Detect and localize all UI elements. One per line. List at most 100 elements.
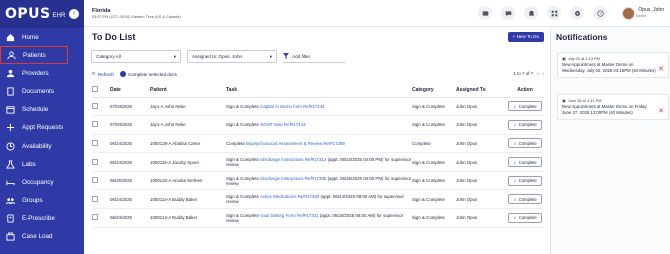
add-filter-input[interactable]: Add filter (283, 50, 345, 63)
complete-button[interactable]: ✓ Complete (508, 138, 542, 149)
bell-icon[interactable] (524, 6, 539, 20)
collapse-sidebar-icon[interactable]: ‹ (69, 9, 79, 19)
pager-text: 1 to 7 of 7 (513, 71, 534, 76)
logo-text: OPUS (5, 6, 51, 22)
help-icon[interactable]: ? (593, 6, 608, 20)
row-category: Sign & Complete (412, 171, 456, 191)
sidebar-item-labs[interactable]: Labs (0, 155, 84, 173)
row-patient: 1000132-A Anosta Serfeen (150, 171, 226, 191)
task-link[interactable]: Discharge Instructions Ref#17312 (260, 157, 326, 162)
task-link[interactable]: Goal Setting Form Ref#17331 (260, 213, 318, 218)
table-row: 06/24/2025 1000116-A Jacoby Spore Sign & C… (92, 152, 544, 172)
document-icon (6, 87, 15, 96)
sidebar-item-groups[interactable]: Groups (0, 192, 84, 210)
row-checkbox[interactable] (92, 177, 98, 184)
svg-text:?: ? (599, 11, 602, 16)
row-assigned: John Opus (456, 152, 506, 172)
complete-button[interactable]: ✓ Complete (508, 194, 542, 205)
row-checkbox[interactable] (92, 102, 98, 109)
provider-icon (6, 69, 15, 78)
row-task: Sign & Complete Discharge Instructions R… (226, 152, 412, 172)
column-action: Action (506, 84, 544, 98)
row-task: Sign & Complete Active Medications Ref#1… (226, 189, 412, 210)
complete-button-label: Complete (518, 215, 537, 221)
sidebar-item-patients[interactable]: Patients (0, 46, 68, 65)
close-icon[interactable]: ✕ (658, 108, 664, 115)
task-link[interactable]: Discharge Instructions Ref#17305 (260, 176, 326, 181)
row-checkbox[interactable] (92, 121, 98, 128)
task-link[interactable]: Capital AI Demo form Ref#17444 (260, 104, 324, 109)
prev-page-icon[interactable]: ‹ (537, 71, 538, 76)
notifications-title: Notifications (556, 32, 608, 42)
user-name: Opus, John (638, 7, 664, 14)
task-prefix: Sign & Complete (226, 103, 259, 109)
row-date: 06/25/2025 (110, 171, 150, 191)
complete-selected-link[interactable]: Complete selected docs (128, 72, 177, 77)
complete-button[interactable]: ✓ Complete (508, 101, 542, 112)
row-patient: Jay1-A John Neke (150, 115, 226, 135)
complete-button[interactable]: ✓ Complete (508, 175, 542, 186)
table-header-row: Date Patient Task Category Assigned To A… (92, 84, 544, 98)
refresh-link[interactable]: Refresh (98, 72, 114, 77)
group-icon (6, 196, 15, 205)
sidebar-item-case-load[interactable]: Case Load (0, 228, 84, 246)
notification-card[interactable]: ▣ July 02 at 1:13 PM New Appointment at Ma… (557, 52, 669, 78)
row-date: 07/04/2025 (110, 97, 150, 117)
new-todo-button[interactable]: + New To Do (507, 32, 544, 42)
location-name: Florida (92, 7, 111, 14)
row-checkbox[interactable] (92, 195, 98, 202)
table-row: 07/04/2025 Jay1-A John Neke Sign & Complet… (92, 97, 544, 117)
sidebar-item-label: Case Load (22, 233, 53, 241)
home-icon (6, 33, 15, 42)
sidebar-item-occupancy[interactable]: Occupancy (0, 173, 84, 191)
location-selector[interactable]: Florida 03:07 PM (UTC-05:00) Eastern Tim… (92, 8, 181, 19)
select-all-checkbox[interactable] (92, 86, 98, 93)
sidebar-item-providers[interactable]: Providers (0, 64, 84, 82)
sidebar-item-home[interactable]: Home (0, 28, 84, 46)
column-category[interactable]: Category (412, 84, 456, 98)
sidebar-item-documents[interactable]: Documents (0, 82, 84, 100)
sidebar-item-label: Documents (22, 87, 54, 95)
filter-icon (283, 52, 289, 60)
row-date: 06/24/2025 (110, 189, 150, 210)
next-page-icon[interactable]: › (543, 71, 544, 76)
app-logo[interactable]: OPUS EHR ‹ (0, 0, 84, 28)
assigned-filter[interactable]: Assigned to: Opus, John ▾ (187, 50, 277, 63)
row-category: Complete (412, 134, 456, 154)
sidebar-item-availability[interactable]: Availability (0, 137, 84, 155)
sidebar-item-appt-requests[interactable]: Appt Requests (0, 119, 84, 137)
row-checkbox[interactable] (92, 139, 98, 146)
category-filter[interactable]: Category All ▾ (91, 50, 181, 63)
complete-button-label: Complete (518, 122, 537, 128)
user-menu[interactable]: Opus, John Admin (622, 6, 664, 20)
close-icon[interactable]: ✕ (658, 66, 664, 73)
column-assigned[interactable]: Assigned To (456, 84, 506, 98)
sidebar-item-label: Appt Requests (22, 124, 64, 132)
sidebar-item-e-prescribe[interactable]: E-Prescribe (0, 210, 84, 228)
row-checkbox[interactable] (92, 214, 98, 221)
task-prefix: Complete (226, 140, 245, 146)
task-link[interactable]: SOAP Note Ref#17443 (260, 122, 305, 127)
complete-button-label: Complete (518, 196, 537, 202)
row-patient: 1000116-A Jacoby Spore (150, 152, 226, 172)
row-checkbox[interactable] (92, 158, 98, 165)
sidebar-item-label: Labs (22, 160, 36, 168)
grid-icon[interactable] (547, 6, 562, 20)
column-patient[interactable]: Patient (150, 84, 226, 98)
messages-icon[interactable] (478, 6, 493, 20)
avatar (622, 6, 636, 20)
gear-icon[interactable] (570, 6, 585, 20)
sidebar-item-schedule[interactable]: Schedule (0, 101, 84, 119)
complete-button[interactable]: ✓ Complete (508, 157, 542, 168)
chat-icon[interactable] (501, 6, 516, 20)
row-assigned: John Opus (456, 189, 506, 210)
notification-card[interactable]: ▣ June 26 at 2:31 PM New Appointment at Ma… (557, 94, 669, 120)
sidebar-item-label: Patients (23, 51, 46, 59)
complete-button[interactable]: ✓ Complete (508, 212, 542, 223)
column-task[interactable]: Task (226, 84, 412, 98)
complete-button[interactable]: ✓ Complete (508, 119, 542, 130)
checkmark-icon: ✓ (513, 196, 517, 202)
task-link[interactable]: Active Medications Ref#17330 (260, 194, 319, 199)
task-link[interactable]: Biopsychosocial Assessment & Review Ref#… (246, 141, 345, 146)
column-date[interactable]: Date (110, 84, 150, 98)
